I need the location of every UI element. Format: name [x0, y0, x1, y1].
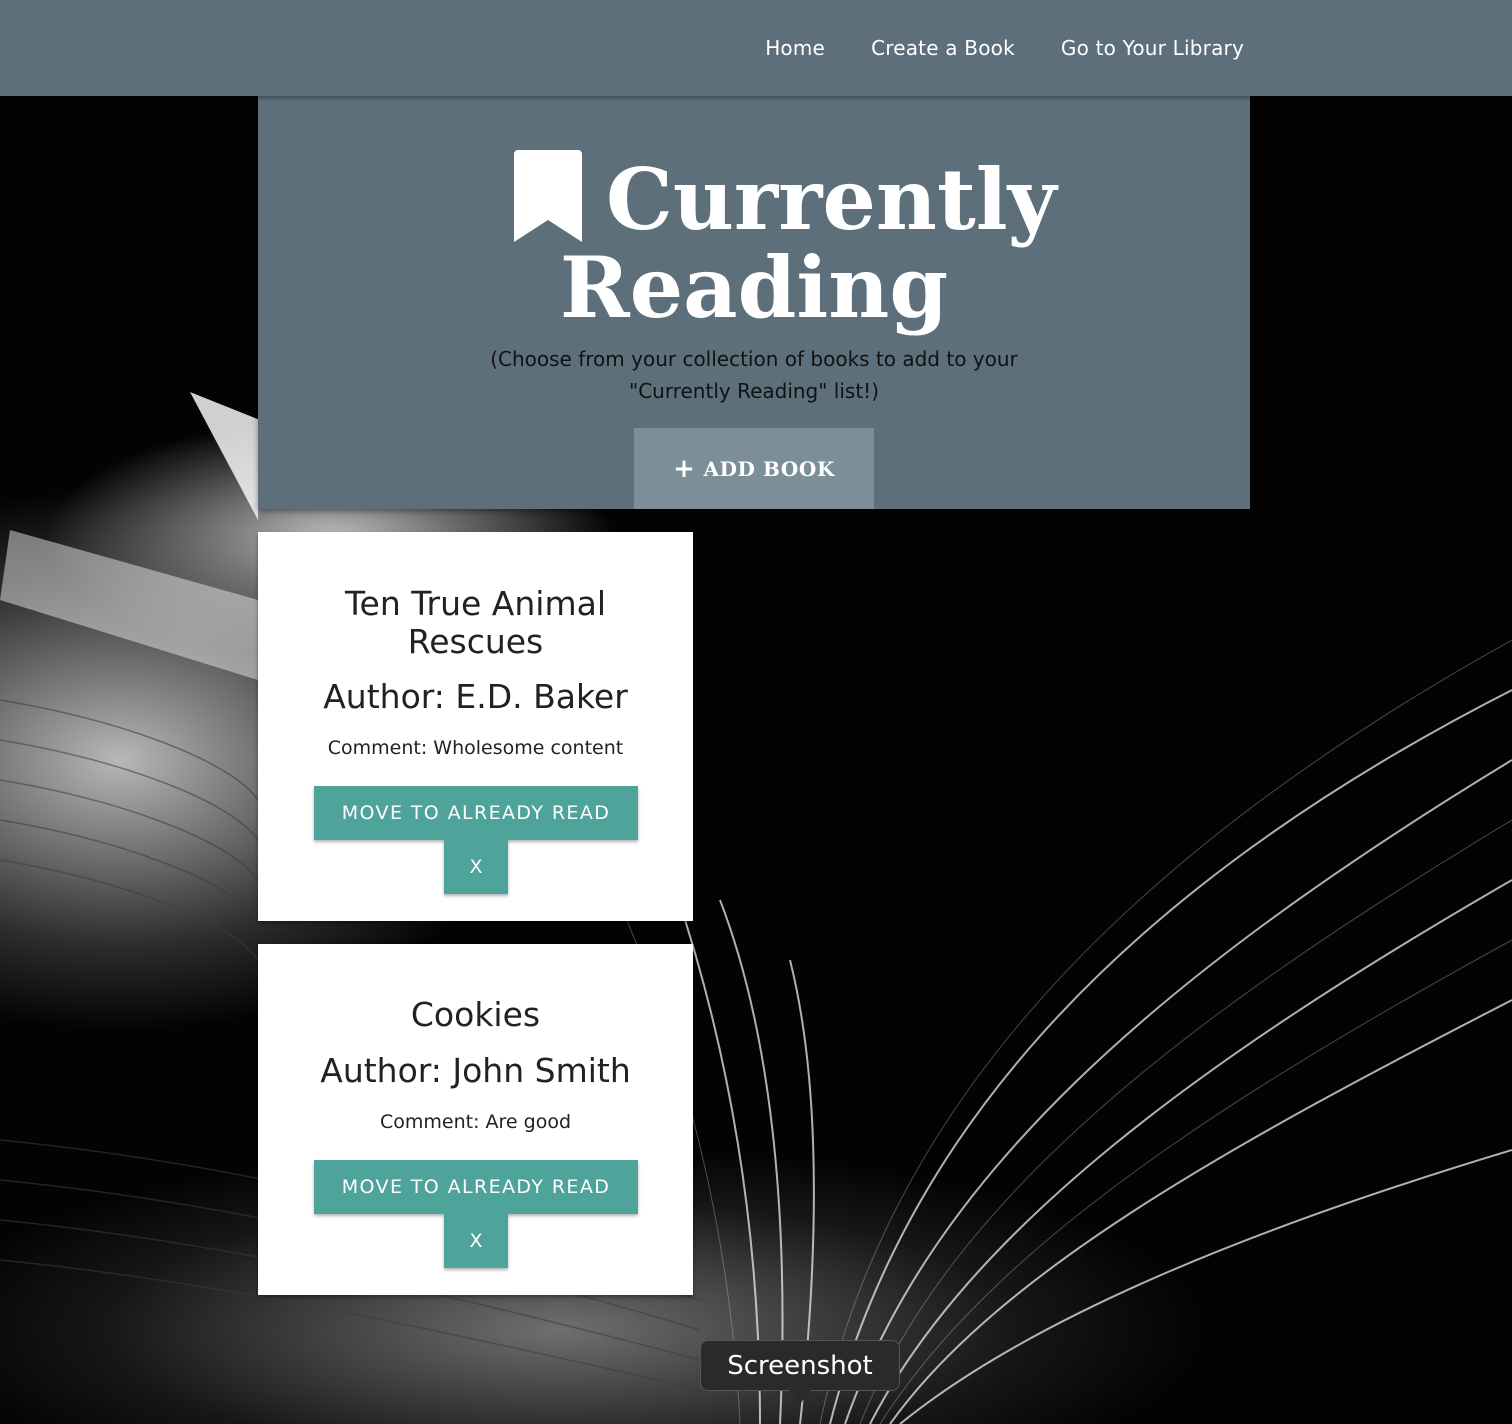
book-author: Author: John Smith: [320, 1051, 631, 1090]
page-title-line2: Reading: [559, 238, 949, 337]
nav-links: Home Create a Book Go to Your Library: [742, 0, 1266, 96]
plus-icon: +: [673, 453, 696, 484]
move-to-already-read-button[interactable]: MOVE TO ALREADY READ: [314, 1160, 638, 1214]
book-title-text: Cookies: [410, 995, 541, 1034]
remove-book-button[interactable]: X: [444, 1214, 508, 1268]
nav-link-create-book[interactable]: Create a Book: [848, 36, 1038, 60]
book-comment: Comment: Wholesome content: [327, 737, 624, 759]
bookmark-icon: [514, 150, 582, 242]
screenshot-tooltip: Screenshot: [700, 1340, 900, 1391]
remove-book-button[interactable]: X: [444, 840, 508, 894]
add-book-button[interactable]: + ADD BOOK: [634, 428, 874, 509]
tooltip-arrow: [789, 1390, 811, 1404]
top-navbar: Home Create a Book Go to Your Library: [0, 0, 1512, 96]
book-title: Ten True Animal Rescues: [258, 585, 693, 661]
book-comment: Comment: Are good: [379, 1111, 572, 1133]
nav-link-home[interactable]: Home: [742, 36, 848, 60]
book-card: Cookies Author: John Smith Comment: Are …: [258, 944, 693, 1295]
book-card: Ten True Animal Rescues Author: E.D. Bak…: [258, 532, 693, 921]
move-to-already-read-button[interactable]: MOVE TO ALREADY READ: [314, 786, 638, 840]
currently-reading-header: Currently Reading (Choose from your coll…: [258, 96, 1250, 509]
page-subtitle: (Choose from your collection of books to…: [490, 347, 1018, 403]
book-title: Cookies: [258, 996, 693, 1034]
nav-link-library[interactable]: Go to Your Library: [1038, 36, 1266, 60]
add-book-label: ADD BOOK: [703, 456, 835, 481]
book-author: Author: E.D. Baker: [323, 677, 628, 716]
book-title-text: Ten True Animal Rescues: [344, 584, 607, 661]
page-title-line1: Currently: [606, 150, 1057, 249]
